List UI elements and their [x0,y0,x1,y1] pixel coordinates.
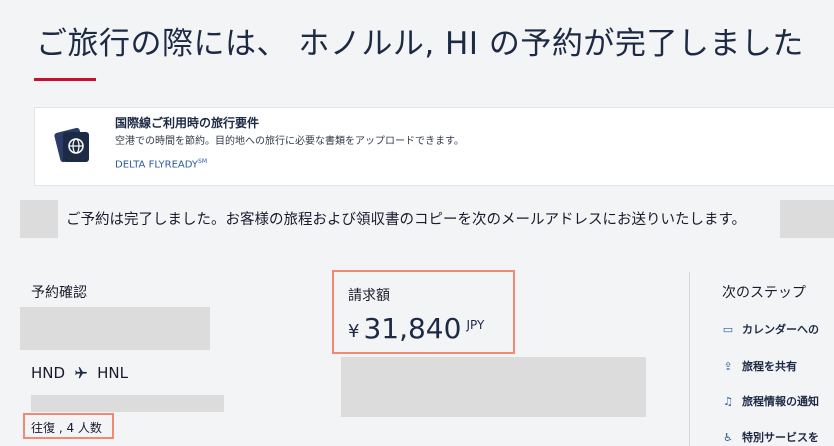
redacted-passenger-info [31,395,224,412]
column-divider [689,272,690,446]
flyready-title: 国際線ご利用時の旅行要件 [115,116,260,130]
flyready-service-mark: SM [198,158,208,165]
next-step-share[interactable]: ⇪ 旅程を共有 [722,358,797,374]
redacted-confirmation-number [20,307,210,350]
next-steps-label: 次のステップ [722,285,806,301]
bell-icon: ♫ [723,394,733,408]
next-step-special-service[interactable]: ♿ 特別サービスを [722,429,819,445]
redacted-block-right [780,200,834,238]
flyready-link[interactable]: DELTA FLYREADYSM [115,158,207,170]
currency-code: JPY [466,318,485,332]
accessibility-icon: ♿ [723,430,733,444]
title-underline [34,78,96,81]
booking-label: 予約確認 [31,285,87,301]
next-step-share-label: 旅程を共有 [742,360,797,373]
payment-amount: ¥ 31,840 JPY [348,312,484,345]
next-step-calendar[interactable]: ▭ カレンダーへの [722,321,819,337]
currency-symbol: ¥ [348,321,360,342]
redacted-payment-details [341,357,646,417]
next-step-notify[interactable]: ♫ 旅程情報の通知 [722,393,819,409]
airplane-icon [75,367,87,379]
payment-label: 請求額 [348,288,390,304]
flyready-link-label: DELTA FLYREADY [115,159,199,171]
calendar-icon: ▭ [722,322,734,336]
flyready-card: 国際線ご利用時の旅行要件 空港での時間を節約。目的地への旅行に必要な書類をアップ… [34,107,834,186]
next-step-calendar-label: カレンダーへの [742,323,819,336]
payment-summary: 請求額 ¥ 31,840 JPY [332,270,515,354]
next-step-notify-label: 旅程情報の通知 [742,395,819,408]
origin-code: HND [31,364,66,382]
trip-info: 往復 , 4 人数 [23,413,114,439]
destination-code: HNL [97,364,128,382]
page-title: ご旅行の際には、 ホノルル, HI の予約が完了しました [36,26,804,62]
share-icon: ⇪ [723,359,733,373]
amount-value: 31,840 [363,312,462,345]
passport-icon [54,127,89,163]
flyready-description: 空港での時間を節約。目的地への旅行に必要な書類をアップロードできます。 [115,136,464,147]
next-step-special-service-label: 特別サービスを [742,431,819,444]
redacted-block-left [20,200,58,238]
confirmation-message: ご予約は完了しました。お客様の旅程および領収書のコピーを次のメールアドレスにお送… [66,212,747,228]
flight-route: HND HNL [31,364,128,382]
